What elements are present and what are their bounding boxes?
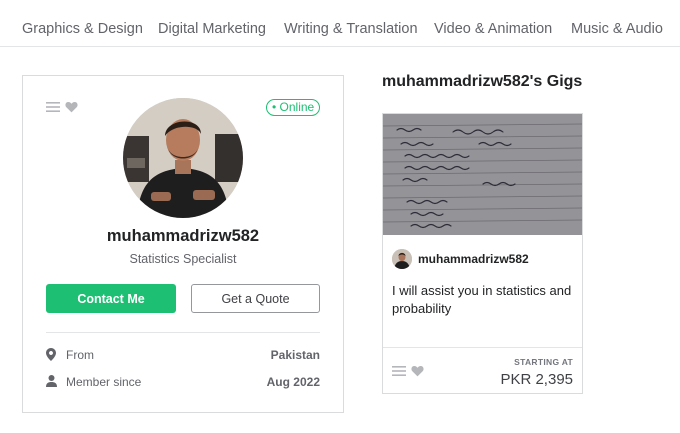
menu-icon[interactable] bbox=[46, 100, 60, 118]
status-dot: • bbox=[272, 100, 280, 114]
gig-footer: STARTING AT PKR 2,395 bbox=[383, 347, 582, 393]
card-tools bbox=[46, 100, 78, 118]
location-pin-icon bbox=[46, 348, 56, 364]
online-status-badge: • Online bbox=[266, 99, 321, 116]
seller-profile-card: • Online muhammadrizw582 Statistics Spec… bbox=[22, 75, 344, 413]
gig-seller-name[interactable]: muhammadrizw582 bbox=[418, 252, 529, 266]
divider bbox=[46, 332, 320, 333]
seller-avatar[interactable] bbox=[123, 98, 243, 218]
profile-title: Statistics Specialist bbox=[129, 252, 237, 266]
gig-seller[interactable]: muhammadrizw582 bbox=[392, 249, 529, 269]
from-label: From bbox=[66, 348, 94, 362]
heart-icon[interactable] bbox=[65, 100, 78, 118]
nav-writing-translation[interactable]: Writing & Translation bbox=[284, 21, 418, 37]
menu-icon[interactable] bbox=[392, 364, 406, 382]
gig-price: PKR 2,395 bbox=[500, 371, 573, 388]
nav-graphics-design[interactable]: Graphics & Design bbox=[22, 21, 143, 37]
stat-from: From Pakistan bbox=[46, 347, 320, 363]
get-quote-button[interactable]: Get a Quote bbox=[191, 284, 320, 313]
contact-me-button[interactable]: Contact Me bbox=[46, 284, 176, 313]
category-nav: Graphics & Design Digital Marketing Writ… bbox=[0, 0, 680, 47]
gig-tools bbox=[392, 364, 424, 382]
member-since-label: Member since bbox=[66, 375, 142, 389]
user-icon bbox=[46, 375, 57, 390]
profile-username[interactable]: muhammadrizw582 bbox=[23, 227, 343, 246]
gig-seller-avatar[interactable] bbox=[392, 249, 412, 269]
gig-title[interactable]: I will assist you in statistics and prob… bbox=[392, 282, 574, 318]
member-since-value: Aug 2022 bbox=[266, 375, 320, 389]
online-label: Online bbox=[279, 100, 315, 114]
gig-thumbnail[interactable] bbox=[383, 114, 582, 235]
nav-digital-marketing[interactable]: Digital Marketing bbox=[158, 21, 266, 37]
heart-icon[interactable] bbox=[411, 364, 424, 382]
starting-at-label: STARTING AT bbox=[514, 357, 573, 367]
stat-member-since: Member since Aug 2022 bbox=[46, 374, 320, 390]
gig-card[interactable]: muhammadrizw582 I will assist you in sta… bbox=[382, 113, 583, 394]
nav-music-audio[interactable]: Music & Audio bbox=[571, 21, 663, 37]
nav-video-animation[interactable]: Video & Animation bbox=[434, 21, 552, 37]
gigs-heading: muhammadrizw582's Gigs bbox=[382, 73, 583, 90]
from-value: Pakistan bbox=[270, 348, 320, 362]
